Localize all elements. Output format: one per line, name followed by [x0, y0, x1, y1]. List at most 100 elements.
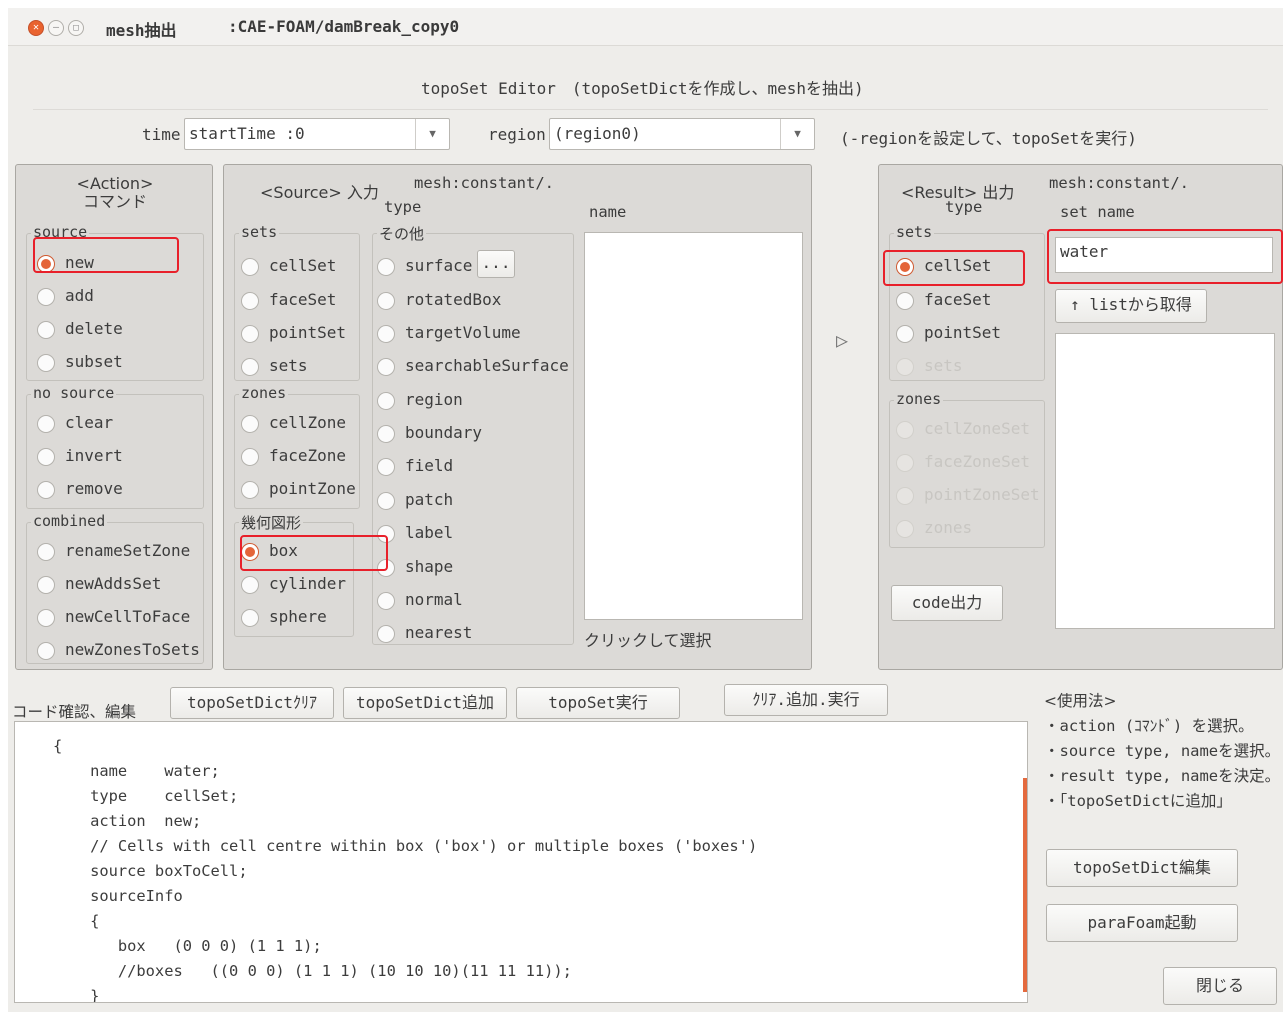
result-zones-group: zones cellZoneSet faceZoneSet pointZoneS…	[889, 390, 1045, 548]
topoSet-run-button[interactable]: topoSet実行	[516, 687, 680, 719]
result-set-list[interactable]	[1055, 333, 1275, 629]
radio-dot	[896, 292, 914, 310]
source-panel: <Source> 入力 mesh:constant/. type name se…	[223, 164, 812, 670]
click-select-hint: クリックして選択	[584, 631, 712, 650]
radio-label: delete	[65, 319, 123, 338]
radio-dot	[896, 358, 914, 376]
radio-dot	[896, 421, 914, 439]
radio-label: patch	[405, 490, 454, 509]
radio-dot	[377, 425, 395, 443]
surface-browse-button[interactable]: ...	[477, 250, 515, 278]
combined-group: combined renameSetZone newAddsSet newCel…	[26, 512, 204, 664]
code-section-label: コード確認、編集	[12, 703, 137, 721]
highlight-new	[33, 237, 179, 273]
radio-label: nearest	[405, 623, 473, 642]
radio-label: normal	[405, 590, 463, 609]
source-zones-group: zones cellZone faceZone pointZone	[234, 384, 360, 509]
radio-dot	[241, 481, 259, 499]
action-panel: <Action> コマンド source new add delete subs…	[15, 164, 213, 670]
time-select[interactable]: startTime :0 ▼	[184, 118, 450, 150]
radio-label: field	[405, 456, 454, 475]
topoSetDict-add-button[interactable]: topoSetDict追加	[343, 687, 507, 719]
radio-label: searchableSurface	[405, 356, 569, 375]
radio-label: boundary	[405, 423, 483, 442]
maximize-icon[interactable]: □	[68, 20, 84, 36]
radio-dot	[896, 454, 914, 472]
radio-dot	[241, 609, 259, 627]
radio-dot	[241, 358, 259, 376]
radio-dot	[37, 481, 55, 499]
main-window: ✕ – □ mesh抽出 :CAE-FOAM/damBreak_copy0 to…	[8, 8, 1283, 1012]
edit-topoSetDict-button[interactable]: topoSetDict編集	[1046, 849, 1238, 887]
radio-label: faceZoneSet	[924, 452, 1030, 471]
code-text: { name water; type cellSet; action new; …	[53, 737, 758, 1003]
window-path: :CAE-FOAM/damBreak_copy0	[228, 17, 460, 36]
radio-dot	[896, 325, 914, 343]
radio-dot	[241, 576, 259, 594]
window-title: mesh抽出	[106, 21, 177, 40]
get-from-list-button[interactable]: ↑ listから取得	[1055, 289, 1207, 323]
radio-dot	[377, 358, 395, 376]
radio-label: clear	[65, 413, 114, 432]
radio-dot	[377, 325, 395, 343]
close-window-icon[interactable]: ✕	[28, 20, 44, 36]
group-title: sets	[894, 223, 935, 241]
radio-dot	[377, 458, 395, 476]
minimize-icon[interactable]: –	[48, 20, 64, 36]
close-button[interactable]: 閉じる	[1163, 967, 1277, 1005]
group-title: no source	[31, 384, 117, 402]
radio-label: targetVolume	[405, 323, 521, 342]
source-other-group: その他 surface ... rotatedBox targetVolume …	[372, 223, 574, 645]
radio-dot	[241, 325, 259, 343]
result-type-label: type	[945, 198, 983, 216]
region-label: region	[488, 125, 546, 144]
time-label: time	[142, 125, 181, 144]
radio-label: faceZone	[269, 446, 347, 465]
radio-label: pointZone	[269, 479, 356, 498]
group-title: combined	[31, 512, 108, 530]
chevron-down-icon: ▼	[415, 119, 449, 149]
radio-label: pointSet	[269, 323, 347, 342]
radio-dot	[37, 288, 55, 306]
clear-add-run-button[interactable]: ｸﾘｱ.追加.実行	[724, 684, 888, 716]
region-note: (-regionを設定して、topoSetを実行)	[840, 129, 1137, 148]
code-editor[interactable]: { name water; type cellSet; action new; …	[14, 721, 1028, 1003]
radio-dot	[896, 487, 914, 505]
radio-label: renameSetZone	[65, 541, 191, 560]
launch-parafoam-button[interactable]: paraFoam起動	[1046, 904, 1238, 942]
code-output-button[interactable]: code出力	[891, 585, 1003, 621]
radio-label: newCellToFace	[65, 607, 191, 626]
code-scrollbar[interactable]	[1023, 778, 1027, 992]
radio-dot	[241, 448, 259, 466]
radio-label: surface	[405, 256, 473, 275]
usage-line: ・result type, nameを決定。	[1044, 767, 1281, 785]
radio-label: sphere	[269, 607, 327, 626]
set-name-label: set name	[1060, 203, 1135, 221]
result-mesh: mesh:constant/.	[1049, 174, 1189, 192]
radio-dot	[241, 415, 259, 433]
usage-line: ・source type, nameを選択。	[1044, 742, 1281, 760]
group-title: sets	[239, 223, 280, 241]
action-panel-title: <Action> コマンド	[16, 175, 214, 211]
radio-dot	[37, 609, 55, 627]
radio-dot	[896, 520, 914, 538]
usage-title: <使用法>	[1044, 692, 1117, 710]
radio-dot	[377, 258, 395, 276]
group-title: その他	[377, 223, 427, 244]
radio-label: newAddsSet	[65, 574, 162, 593]
action-title-line2: コマンド	[82, 192, 147, 211]
action-title-line1: <Action>	[76, 174, 154, 193]
radio-label: newZonesToSets	[65, 640, 200, 659]
usage-line: ・action (ｺﾏﾝﾄﾞ) を選択。	[1044, 717, 1254, 735]
radio-label: cellZoneSet	[924, 419, 1030, 438]
radio-label: pointSet	[924, 323, 1002, 342]
radio-dot	[37, 354, 55, 372]
source-sets-group: sets cellSet faceSet pointSet sets	[234, 223, 360, 381]
radio-dot	[377, 292, 395, 310]
topoSetDict-clear-button[interactable]: topoSetDictｸﾘｱ	[170, 687, 334, 719]
region-select[interactable]: (region0) ▼	[549, 118, 815, 150]
source-name-list[interactable]	[584, 232, 803, 620]
editor-heading: topoSet Editor (topoSetDictを作成し、meshを抽出)	[421, 79, 864, 98]
radio-dot	[377, 592, 395, 610]
radio-label: cylinder	[269, 574, 347, 593]
